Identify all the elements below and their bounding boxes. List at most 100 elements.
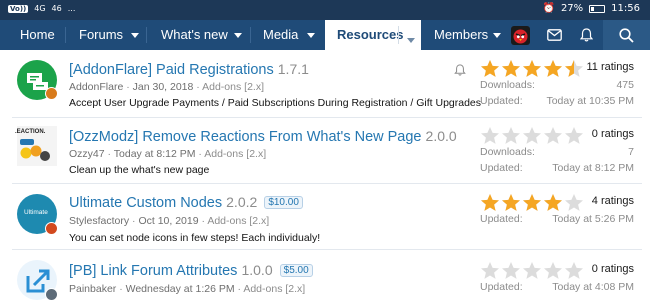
chevron-down-icon: [407, 38, 415, 44]
price-badge: $10.00: [264, 196, 303, 209]
signal-46-icon: 46: [51, 4, 62, 13]
star-icon: [564, 126, 584, 145]
star-icon: [501, 261, 521, 280]
nav-resources-dropdown[interactable]: [407, 32, 415, 50]
ultimate-logo-label: Ultimate: [24, 209, 48, 216]
star-icon: [501, 126, 521, 145]
resource-author[interactable]: Painbaker: [69, 283, 116, 295]
resource-meta: AddonFlare · Jan 30, 2018 · Add-ons [2.x…: [69, 81, 264, 93]
downloads-row: Downloads: 475: [480, 79, 634, 91]
resource-author[interactable]: AddonFlare: [69, 81, 123, 93]
updated-row: Updated: Today at 4:08 PM: [480, 281, 634, 293]
alerts-button[interactable]: [568, 20, 606, 50]
resource-meta: Stylesfactory · Oct 10, 2019 · Add-ons […: [69, 215, 270, 227]
rating-stars: [480, 261, 584, 280]
resource-author[interactable]: Stylesfactory: [69, 215, 129, 227]
chevron-down-icon: [493, 33, 501, 39]
star-icon: [543, 59, 563, 78]
resource-category[interactable]: Add-ons [2.x]: [243, 283, 305, 295]
signal-4g-icon: 4G: [34, 4, 46, 13]
bell-icon[interactable]: [454, 64, 466, 76]
battery-icon: [589, 4, 606, 13]
nav-home[interactable]: Home: [20, 20, 55, 50]
envelope-icon: [547, 29, 562, 41]
star-icon: [480, 59, 500, 78]
star-icon: [543, 261, 563, 280]
star-icon: [564, 193, 584, 212]
resource-title-text[interactable]: [AddonFlare] Paid Registrations: [69, 62, 274, 78]
rating-count: 0 ratings: [591, 128, 634, 140]
star-icon: [543, 126, 563, 145]
nav-members[interactable]: Members: [434, 20, 488, 50]
nav-resources-label: Resources: [337, 27, 404, 42]
updated-label: Updated:: [480, 95, 523, 107]
nav-forums-dropdown[interactable]: [131, 20, 139, 50]
star-icon: [522, 261, 542, 280]
resource-row[interactable]: .EACTION. [OzzModz] Remove Reactions Fro…: [12, 118, 642, 184]
resource-stats: 4 ratings Updated: Today at 5:26 PM: [480, 193, 638, 233]
rating-count: 11 ratings: [586, 61, 635, 73]
resource-author[interactable]: Ozzy47: [69, 148, 105, 160]
nav-media-dropdown[interactable]: [307, 20, 315, 50]
updated-row: Updated: Today at 8:12 PM: [480, 162, 634, 174]
alarm-icon: ⏰: [542, 3, 555, 14]
avatar: [511, 26, 530, 45]
clock: 11:56: [611, 3, 640, 14]
top-navigation: Home Forums What's new Media Resources M…: [0, 20, 650, 50]
resource-title[interactable]: [PB] Link Forum Attributes 1.0.0 $5.00: [69, 262, 313, 279]
nav-divider: [398, 26, 399, 44]
updated-label: Updated:: [480, 162, 523, 174]
resource-category[interactable]: Add-ons [2.x]: [204, 148, 266, 160]
resource-meta: Painbaker · Wednesday at 1:26 PM · Add-o…: [69, 283, 306, 295]
volte-icon: Vo)): [8, 4, 29, 13]
chevron-down-icon: [234, 33, 242, 39]
nav-members-dropdown[interactable]: [493, 20, 501, 50]
author-avatar[interactable]: [45, 222, 58, 235]
resource-category[interactable]: Add-ons [2.x]: [202, 81, 264, 93]
resource-date: Oct 10, 2019: [138, 215, 199, 227]
resource-title[interactable]: [AddonFlare] Paid Registrations 1.7.1: [69, 61, 309, 78]
star-icon: [480, 126, 500, 145]
downloads-value: 475: [616, 79, 634, 91]
resource-row[interactable]: Ultimate Ultimate Custom Nodes 2.0.2 $10…: [12, 184, 642, 250]
author-avatar[interactable]: [45, 288, 58, 300]
resource-category[interactable]: Add-ons [2.x]: [207, 215, 269, 227]
nav-divider: [250, 27, 251, 43]
nav-divider: [65, 27, 66, 43]
resource-title-text[interactable]: [PB] Link Forum Attributes: [69, 263, 237, 279]
author-avatar[interactable]: [45, 87, 58, 100]
resource-version: 2.0.0: [425, 128, 457, 144]
resource-version: 1.0.0: [241, 262, 273, 278]
updated-value: Today at 4:08 PM: [552, 281, 634, 293]
star-icon: [522, 126, 542, 145]
resource-row[interactable]: [PB] Link Forum Attributes 1.0.0 $5.00 P…: [12, 250, 642, 300]
updated-label: Updated:: [480, 213, 523, 225]
nav-whats-new[interactable]: What's new: [161, 20, 228, 50]
nav-whats-new-dropdown[interactable]: [234, 20, 242, 50]
nav-forums[interactable]: Forums: [79, 20, 123, 50]
resource-title[interactable]: Ultimate Custom Nodes 2.0.2 $10.00: [69, 194, 303, 211]
star-icon: [501, 59, 521, 78]
user-menu[interactable]: [502, 20, 540, 50]
nav-resources[interactable]: Resources: [325, 20, 421, 50]
nav-media[interactable]: Media: [263, 20, 298, 50]
resource-date: Wednesday at 1:26 PM: [125, 283, 235, 295]
resource-title[interactable]: [OzzModz] Remove Reactions From What's N…: [69, 128, 457, 145]
resource-date: Jan 30, 2018: [132, 81, 194, 93]
star-icon: [522, 193, 542, 212]
resource-title-text[interactable]: [OzzModz] Remove Reactions From What's N…: [69, 129, 422, 145]
resource-description: You can set node icons in few steps! Eac…: [69, 232, 321, 244]
star-icon: [480, 193, 500, 212]
resource-list: [AddonFlare] Paid Registrations 1.7.1 Ad…: [0, 50, 650, 300]
resource-row[interactable]: [AddonFlare] Paid Registrations 1.7.1 Ad…: [12, 50, 642, 118]
downloads-label: Downloads:: [480, 146, 535, 158]
downloads-label: Downloads:: [480, 79, 535, 91]
status-right: ⏰ 27% 11:56: [542, 3, 640, 14]
resource-description: Accept User Upgrade Payments / Paid Subs…: [69, 97, 482, 109]
reactions-icon[interactable]: .EACTION.: [15, 126, 57, 166]
resource-meta: Ozzy47 · Today at 8:12 PM · Add-ons [2.x…: [69, 148, 267, 160]
more-indicators-icon: ...: [67, 4, 76, 13]
resource-title-text[interactable]: Ultimate Custom Nodes: [69, 195, 222, 211]
downloads-row: Downloads: 7: [480, 146, 634, 158]
search-button[interactable]: [603, 20, 650, 50]
